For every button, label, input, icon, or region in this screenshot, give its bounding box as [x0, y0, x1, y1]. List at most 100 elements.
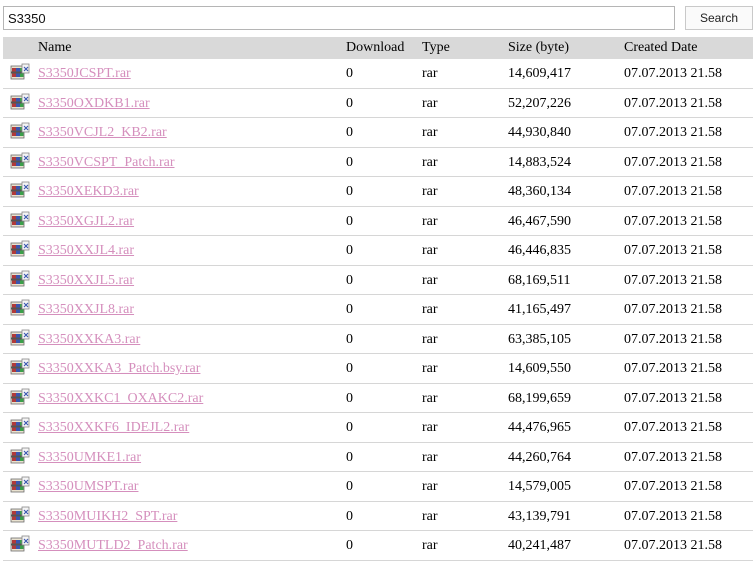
download-count: 0 [346, 66, 353, 81]
search-input[interactable] [3, 6, 675, 30]
created-date: 07.07.2013 21.58 [624, 272, 722, 288]
file-name-link[interactable]: S3350XGJL2.rar [38, 214, 134, 229]
file-name-link[interactable]: S3350VCSPT_Patch.rar [38, 155, 175, 170]
created-date: 07.07.2013 21.58 [624, 479, 722, 494]
table-row: S3350XXKA3_Patch.bsy.rar 0 rar 14,609,550 07… [3, 354, 753, 384]
download-count: 0 [346, 449, 353, 465]
file-type: rar [422, 66, 438, 81]
file-size: 44,476,965 [508, 420, 571, 435]
download-count: 0 [346, 154, 353, 170]
table-body: S3350JCSPT.rar 0 rar 14,609,417 07.07.2013 2… [3, 59, 753, 561]
created-date: 07.07.2013 21.58 [624, 302, 722, 317]
created-date: 07.07.2013 21.58 [624, 508, 722, 524]
created-date: 07.07.2013 21.58 [624, 154, 722, 170]
created-date: 07.07.2013 21.58 [624, 95, 722, 111]
file-type: rar [422, 125, 438, 140]
download-count: 0 [346, 95, 353, 111]
table-row: S3350OXDKB1.rar 0 rar 52,207,226 07.07.2013 … [3, 89, 753, 118]
file-name-link[interactable]: S3350XXKF6_IDEJL2.rar [38, 420, 189, 435]
table-row: S3350UMKE1.rar 0 rar 44,260,764 07.07.2013 2… [3, 443, 753, 472]
column-header-download[interactable]: Download [346, 37, 404, 59]
column-header-name[interactable]: Name [38, 37, 71, 59]
file-name-link[interactable]: S3350XXKA3_Patch.bsy.rar [38, 361, 200, 376]
column-header-date[interactable]: Created Date [624, 37, 697, 59]
table-row: S3350XEKD3.rar 0 rar 48,360,134 07.07.2013 2… [3, 177, 753, 207]
search-button[interactable]: Search [685, 6, 753, 30]
download-count: 0 [346, 184, 353, 199]
file-name-link[interactable]: S3350MUIKH2_SPT.rar [38, 509, 177, 524]
download-count: 0 [346, 243, 353, 258]
table-row: S3350UMSPT.rar 0 rar 14,579,005 07.07.2013 2… [3, 472, 753, 502]
file-name-link[interactable]: S3350OXDKB1.rar [38, 96, 150, 111]
created-date: 07.07.2013 21.58 [624, 420, 722, 435]
file-size: 52,207,226 [508, 95, 571, 111]
file-name-link[interactable]: S3350JCSPT.rar [38, 66, 131, 81]
file-name-link[interactable]: S3350XXJL8.rar [38, 302, 134, 317]
file-size: 43,139,791 [508, 508, 571, 524]
file-type: rar [422, 243, 438, 258]
file-size: 14,609,417 [508, 66, 571, 81]
table-row: S3350XXKF6_IDEJL2.rar 0 rar 44,476,965 07.07… [3, 413, 753, 443]
file-name-link[interactable]: S3350XXKC1_OXAKC2.rar [38, 391, 203, 406]
file-type: rar [422, 479, 438, 494]
file-name-link[interactable]: S3350XXJL4.rar [38, 243, 134, 258]
download-count: 0 [346, 538, 353, 553]
file-size: 46,467,590 [508, 213, 571, 229]
file-size: 68,199,659 [508, 390, 571, 406]
file-size: 44,930,840 [508, 125, 571, 140]
created-date: 07.07.2013 21.58 [624, 361, 722, 376]
download-count: 0 [346, 420, 353, 435]
file-name-link[interactable]: S3350XXJL5.rar [38, 273, 134, 288]
table-row: S3350VCJL2_KB2.rar 0 rar 44,930,840 07.07.20… [3, 118, 753, 148]
file-size: 41,165,497 [508, 302, 571, 317]
table-row: S3350XXKA3.rar 0 rar 63,385,105 07.07.2013 2… [3, 325, 753, 354]
created-date: 07.07.2013 21.58 [624, 331, 722, 347]
file-type: rar [422, 272, 438, 288]
file-type: rar [422, 95, 438, 111]
created-date: 07.07.2013 21.58 [624, 66, 722, 81]
column-header-type[interactable]: Type [422, 37, 450, 59]
column-header-size[interactable]: Size (byte) [508, 37, 569, 59]
file-type: rar [422, 154, 438, 170]
file-name-link[interactable]: S3350MUTLD2_Patch.rar [38, 538, 188, 553]
file-size: 14,883,524 [508, 154, 571, 170]
created-date: 07.07.2013 21.58 [624, 449, 722, 465]
download-count: 0 [346, 508, 353, 524]
file-name-link[interactable]: S3350XXKA3.rar [38, 332, 140, 347]
file-type: rar [422, 538, 438, 553]
download-count: 0 [346, 361, 353, 376]
download-count: 0 [346, 331, 353, 347]
created-date: 07.07.2013 21.58 [624, 184, 722, 199]
file-size: 68,169,511 [508, 272, 571, 288]
file-size: 46,446,835 [508, 243, 571, 258]
table-row: S3350XGJL2.rar 0 rar 46,467,590 07.07.2013 2… [3, 207, 753, 236]
file-size: 40,241,487 [508, 538, 571, 553]
file-size: 48,360,134 [508, 184, 571, 199]
file-type: rar [422, 390, 438, 406]
file-type: rar [422, 508, 438, 524]
file-name-link[interactable]: S3350UMKE1.rar [38, 450, 141, 465]
file-name-link[interactable]: S3350XEKD3.rar [38, 184, 139, 199]
file-name-link[interactable]: S3350UMSPT.rar [38, 479, 138, 494]
download-count: 0 [346, 390, 353, 406]
file-size: 63,385,105 [508, 331, 571, 347]
table-row: S3350XXKC1_OXAKC2.rar 0 rar 68,199,659 07.07… [3, 384, 753, 413]
created-date: 07.07.2013 21.58 [624, 390, 722, 406]
table-row: S3350MUIKH2_SPT.rar 0 rar 43,139,791 07.07.2… [3, 502, 753, 531]
file-type: rar [422, 331, 438, 347]
table-header: Name Download Type Size (byte) Created D… [3, 37, 753, 59]
table-row: S3350JCSPT.rar 0 rar 14,609,417 07.07.2013 2… [3, 59, 753, 89]
table-row: S3350XXJL8.rar 0 rar 41,165,497 07.07.2013 2… [3, 295, 753, 325]
file-size: 44,260,764 [508, 449, 571, 465]
file-name-link[interactable]: S3350VCJL2_KB2.rar [38, 125, 167, 140]
search-bar: Search [3, 6, 753, 34]
download-count: 0 [346, 479, 353, 494]
table-row: S3350XXJL4.rar 0 rar 46,446,835 07.07.2013 2… [3, 236, 753, 266]
file-type: rar [422, 361, 438, 376]
table-row: S3350MUTLD2_Patch.rar 0 rar 40,241,487 07.07… [3, 531, 753, 561]
file-type: rar [422, 302, 438, 317]
created-date: 07.07.2013 21.58 [624, 213, 722, 229]
file-type: rar [422, 213, 438, 229]
file-type: rar [422, 184, 438, 199]
file-size: 14,579,005 [508, 479, 571, 494]
